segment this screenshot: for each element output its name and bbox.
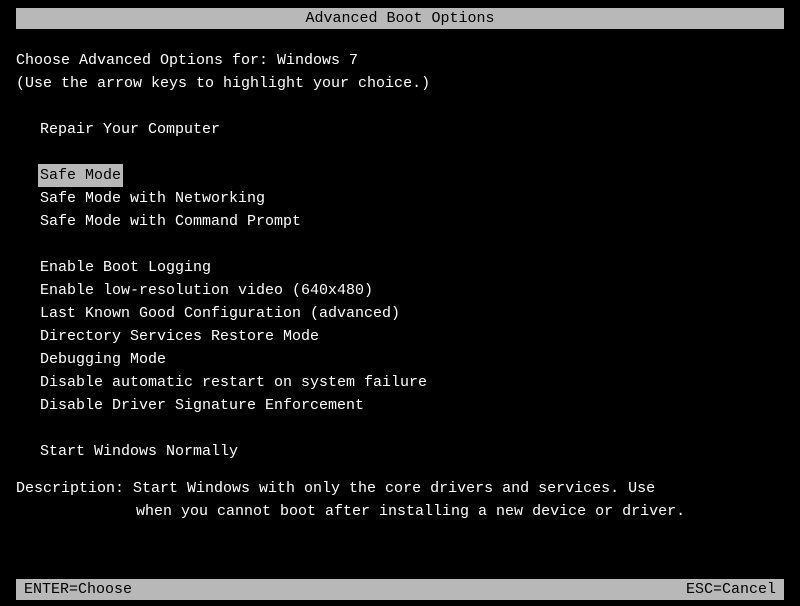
menu-last-known-good[interactable]: Last Known Good Configuration (advanced) xyxy=(38,302,402,325)
content-area: Choose Advanced Options for: Windows 7 (… xyxy=(0,29,800,463)
description-line-2: when you cannot boot after installing a … xyxy=(16,500,784,523)
menu-debugging-mode[interactable]: Debugging Mode xyxy=(38,348,168,371)
footer-bar: ENTER=Choose ESC=Cancel xyxy=(16,579,784,600)
menu-safe-mode-command-prompt[interactable]: Safe Mode with Command Prompt xyxy=(38,210,303,233)
description-block: Description: Start Windows with only the… xyxy=(0,463,800,523)
title-bar: Advanced Boot Options xyxy=(16,8,784,29)
choose-line: Choose Advanced Options for: Windows 7 xyxy=(16,49,784,72)
menu-enable-boot-logging[interactable]: Enable Boot Logging xyxy=(38,256,213,279)
footer-enter-hint: ENTER=Choose xyxy=(24,581,132,598)
footer-esc-hint: ESC=Cancel xyxy=(686,581,776,598)
menu-directory-services-restore[interactable]: Directory Services Restore Mode xyxy=(38,325,321,348)
menu-disable-driver-signature[interactable]: Disable Driver Signature Enforcement xyxy=(38,394,366,417)
description-line-1: Description: Start Windows with only the… xyxy=(16,477,784,500)
hint-line: (Use the arrow keys to highlight your ch… xyxy=(16,72,784,95)
title-text: Advanced Boot Options xyxy=(305,10,494,27)
menu-safe-mode[interactable]: Safe Mode xyxy=(38,164,123,187)
menu-repair-your-computer[interactable]: Repair Your Computer xyxy=(38,118,222,141)
menu-low-resolution-video[interactable]: Enable low-resolution video (640x480) xyxy=(38,279,375,302)
menu-start-windows-normally[interactable]: Start Windows Normally xyxy=(38,440,240,463)
menu-safe-mode-networking[interactable]: Safe Mode with Networking xyxy=(38,187,267,210)
menu-disable-auto-restart[interactable]: Disable automatic restart on system fail… xyxy=(38,371,429,394)
